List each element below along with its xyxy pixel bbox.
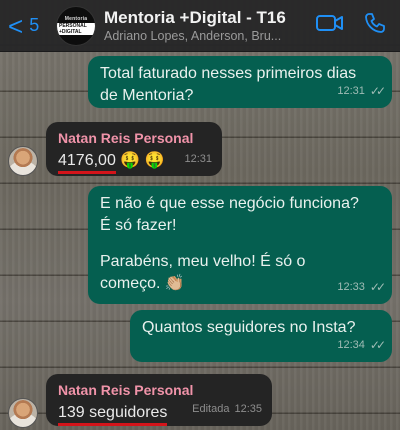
unread-count: 5 xyxy=(29,15,40,35)
back-button[interactable]: < 5 xyxy=(0,0,56,51)
edited-label: Editada xyxy=(192,403,230,415)
message-text-line: E não é que esse negócio funciona? xyxy=(100,195,359,212)
message-time: 12:33 xyxy=(337,281,365,293)
group-members: Adriano Lopes, Anderson, Bru... xyxy=(104,29,282,43)
message-text-line: É só fazer! xyxy=(100,217,177,234)
group-info[interactable]: Mentoria +Digital - T16 Adriano Lopes, A… xyxy=(104,8,316,43)
message-text-line: Parabéns, meu velho! É só o xyxy=(100,253,306,270)
money-face-emoji: 🤑 🤑 xyxy=(120,152,165,169)
outgoing-message[interactable]: E não é que esse negócio funciona? É só … xyxy=(88,186,392,304)
outgoing-message[interactable]: Total faturado nesses primeiros dias de … xyxy=(88,56,392,108)
chevron-left-icon: < xyxy=(8,10,24,41)
avatar[interactable] xyxy=(8,146,38,176)
message-text: 139 seguidores xyxy=(58,403,168,426)
avatar[interactable] xyxy=(8,398,38,428)
sender-name: Natan Reis Personal xyxy=(58,130,194,146)
video-camera-icon[interactable] xyxy=(316,13,344,38)
read-receipt-icon: ✓✓ xyxy=(369,280,386,294)
group-avatar-line1: Mentoria xyxy=(64,16,88,22)
group-avatar-line2: PERSONAL +DIGITAL xyxy=(57,23,95,35)
group-title: Mentoria +Digital - T16 xyxy=(104,8,286,27)
message-time: 12:34 xyxy=(337,339,365,351)
incoming-message[interactable]: Natan Reis Personal 139 seguidores Edita… xyxy=(46,374,272,426)
group-avatar[interactable]: Mentoria PERSONAL +DIGITAL xyxy=(56,5,96,46)
chat-header: < 5 Mentoria PERSONAL +DIGITAL Mentoria … xyxy=(0,0,400,52)
message-time: 12:31 xyxy=(337,85,365,97)
incoming-message[interactable]: Natan Reis Personal 4176,00 🤑 🤑 12:31 xyxy=(46,122,222,176)
phone-icon[interactable] xyxy=(364,12,386,39)
message-text: 4176,00 xyxy=(58,151,116,174)
read-receipt-icon: ✓✓ xyxy=(369,84,386,98)
message-time: 12:31 xyxy=(184,153,212,165)
message-time: 12:35 xyxy=(234,403,262,415)
read-receipt-icon: ✓✓ xyxy=(369,338,386,352)
outgoing-message[interactable]: Quantos seguidores no Insta? 12:34 ✓✓ xyxy=(130,310,392,362)
